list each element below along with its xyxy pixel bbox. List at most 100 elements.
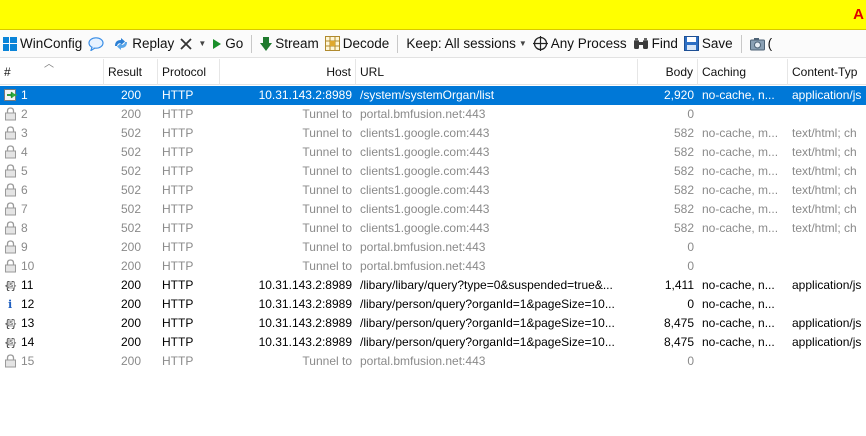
session-number: 8 — [21, 221, 28, 235]
url-cell: clients1.google.com:443 — [360, 145, 490, 159]
body-size-cell: 582 — [673, 183, 694, 197]
host-cell: Tunnel to — [302, 145, 352, 159]
find-button[interactable]: Find — [630, 33, 681, 55]
protocol-cell: HTTP — [162, 145, 194, 159]
column-header-protocol[interactable]: Protocol — [158, 59, 220, 85]
result-cell: 200 — [120, 316, 142, 330]
content-type-cell: text/html; ch — [792, 202, 857, 216]
session-row[interactable]: {}JS14 200 HTTP 10.31.143.2:8989/libary/per… — [0, 333, 866, 352]
content-type-cell: application/js — [792, 316, 862, 330]
content-type-cell: text/html; ch — [792, 145, 857, 159]
column-header-body-label: Body — [665, 65, 693, 79]
session-number: 3 — [21, 126, 28, 140]
decode-button[interactable]: Decode — [322, 33, 393, 55]
session-row[interactable]: 4 502 HTTP Tunnel to clients1.google.com:443… — [0, 143, 866, 162]
host-cell: Tunnel to — [302, 354, 352, 368]
column-header-host[interactable]: Host — [220, 59, 356, 85]
host-cell: Tunnel to — [302, 183, 352, 197]
url-cell: /libary/person/query?organId=1&pageSize=… — [360, 316, 615, 330]
host-cell: Tunnel to — [302, 259, 352, 273]
result-cell: 502 — [120, 126, 142, 140]
url-cell: portal.bmfusion.net:443 — [360, 240, 486, 254]
session-row[interactable]: {}JS11 200 HTTP 10.31.143.2:8989/libary/lib… — [0, 276, 866, 295]
column-header-content-type[interactable]: Content-Typ — [788, 59, 866, 85]
content-type-cell: text/html; ch — [792, 126, 857, 140]
column-header-num[interactable]: # ︿ — [0, 59, 104, 85]
session-row[interactable]: 9 200 HTTP Tunnel to portal.bmfusion.net:443… — [0, 238, 866, 257]
remove-x-icon — [180, 37, 192, 50]
content-type-cell — [788, 105, 866, 124]
caching-cell — [698, 352, 788, 371]
session-row[interactable]: 15 200 HTTP Tunnel to portal.bmfusion.net:44… — [0, 352, 866, 371]
column-header-content-type-label: Content-Typ — [792, 65, 858, 79]
winconfig-button[interactable]: WinConfig — [0, 33, 85, 55]
column-header-url[interactable]: URL — [356, 59, 638, 85]
protocol-cell: HTTP — [162, 354, 194, 368]
session-row[interactable]: 7 502 HTTP Tunnel to clients1.google.com:443… — [0, 200, 866, 219]
session-number-cell: 3 — [0, 124, 104, 143]
protocol-cell: HTTP — [162, 183, 194, 197]
arrow-icon — [4, 88, 18, 102]
json-icon: {}JS — [4, 316, 18, 330]
save-label: Save — [701, 36, 733, 51]
session-row[interactable]: {}JS13 200 HTTP 10.31.143.2:8989/libary/per… — [0, 314, 866, 333]
url-cell: clients1.google.com:443 — [360, 126, 490, 140]
url-cell: clients1.google.com:443 — [360, 164, 490, 178]
column-header-result[interactable]: Result — [104, 59, 158, 85]
caching-cell: no-cache, n... — [702, 88, 775, 102]
caching-cell: no-cache, n... — [702, 297, 775, 311]
result-cell: 502 — [120, 145, 142, 159]
session-row[interactable]: 5 502 HTTP Tunnel to clients1.google.com:443… — [0, 162, 866, 181]
column-header-caching[interactable]: Caching — [698, 59, 788, 85]
session-row[interactable]: 1 200 HTTP 10.31.143.2:8989/system/systemOr… — [0, 86, 866, 105]
session-row[interactable]: 6 502 HTTP Tunnel to clients1.google.com:443… — [0, 181, 866, 200]
session-number: 1 — [21, 88, 28, 102]
process-filter-label: Any Process — [550, 36, 627, 51]
caching-cell — [698, 238, 788, 257]
crosshair-icon — [532, 36, 548, 51]
content-type-cell — [788, 352, 866, 371]
comment-button[interactable] — [85, 33, 110, 55]
replay-button[interactable]: Replay — [110, 33, 177, 55]
warning-banner[interactable]: A — [0, 0, 866, 30]
session-row[interactable]: i 12 200 HTTP 10.31.143.2:8989/libary/person… — [0, 295, 866, 314]
body-size-cell: 8,475 — [663, 335, 694, 349]
caching-cell: no-cache, n... — [702, 335, 775, 349]
keep-sessions-dropdown[interactable]: Keep: All sessions ▼ — [403, 33, 529, 55]
remove-dropdown-button[interactable]: ▼ — [177, 33, 209, 55]
result-cell: 502 — [120, 202, 142, 216]
process-filter-button[interactable]: Any Process — [530, 33, 630, 55]
protocol-cell: HTTP — [162, 88, 194, 102]
sort-chevron-up-icon: ︿ — [44, 59, 54, 70]
session-number-cell: {}JS11 — [0, 276, 104, 295]
decode-label: Decode — [342, 36, 390, 51]
body-size-cell: 582 — [673, 221, 694, 235]
column-header-body[interactable]: Body — [638, 59, 698, 85]
result-cell: 200 — [120, 107, 142, 121]
url-cell: clients1.google.com:443 — [360, 202, 490, 216]
session-row[interactable]: 3 502 HTTP Tunnel to clients1.google.com:443… — [0, 124, 866, 143]
session-row[interactable]: 10 200 HTTP Tunnel to portal.bmfusion.net:44… — [0, 257, 866, 276]
session-number-cell: 9 — [0, 238, 104, 257]
replay-label: Replay — [132, 36, 175, 51]
go-button[interactable]: Go — [209, 33, 246, 55]
body-size-cell: 0 — [687, 297, 694, 311]
caching-cell: no-cache, m... — [702, 183, 779, 197]
toolbar-divider — [740, 34, 742, 53]
column-header-protocol-label: Protocol — [162, 65, 207, 79]
result-cell: 200 — [120, 354, 142, 368]
screenshot-button[interactable]: ( — [747, 33, 776, 55]
body-size-cell: 582 — [673, 126, 694, 140]
session-number: 5 — [21, 164, 28, 178]
toolbar-divider — [251, 34, 253, 53]
protocol-cell: HTTP — [162, 202, 194, 216]
host-cell: 10.31.143.2:8989 — [258, 335, 352, 349]
session-row[interactable]: 2 200 HTTP Tunnel to portal.bmfusion.net:443… — [0, 105, 866, 124]
save-button[interactable]: Save — [681, 33, 736, 55]
session-row[interactable]: 8 502 HTTP Tunnel to clients1.google.com:443… — [0, 219, 866, 238]
body-size-cell: 582 — [673, 202, 694, 216]
result-cell: 200 — [120, 88, 142, 102]
stream-button[interactable]: Stream — [257, 33, 322, 55]
replay-icon — [113, 37, 129, 51]
column-header-num-label: # — [4, 65, 11, 79]
